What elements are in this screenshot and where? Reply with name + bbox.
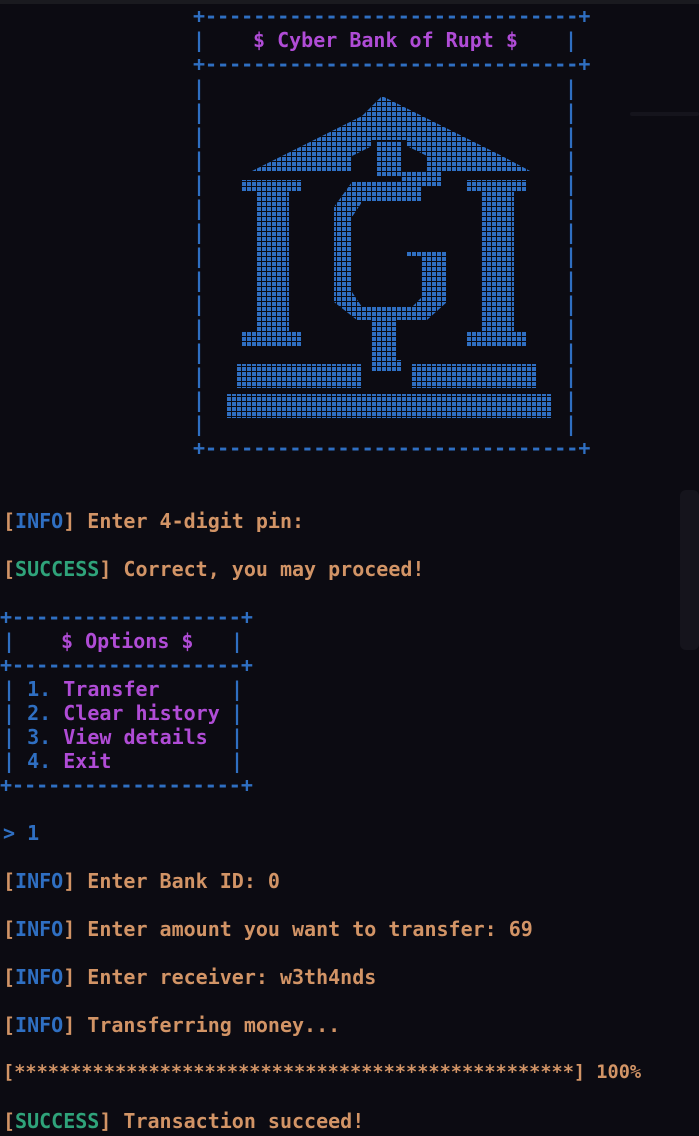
progress-percent: 100% (585, 1062, 642, 1083)
menu-side-right: | | | | (231, 677, 244, 773)
success-tag: SUCCESS (15, 1109, 100, 1133)
log-line-bank-id: [INFO] Enter Bank ID: 0 (3, 869, 280, 893)
menu-item-number: 1. (27, 677, 52, 701)
log-text: Enter receiver: w3th4nds (75, 965, 377, 989)
menu-item-number: 3. (27, 725, 52, 749)
progress-bar: [***************************************… (3, 1062, 586, 1083)
log-text: Enter 4-digit pin: (75, 509, 305, 533)
menu-item-number: 2. (27, 701, 52, 725)
command-prompt[interactable]: > 1 (3, 821, 39, 845)
menu-item-label: Transfer (63, 677, 160, 701)
bank-building-icon (222, 92, 552, 422)
menu-divider: +-------------------+ (0, 653, 253, 677)
banner-side-right: | | | | | | | | | | | | | | | (565, 76, 578, 436)
prompt-input[interactable]: 1 (27, 821, 39, 845)
log-text: Enter amount you want to transfer: 69 (75, 917, 533, 941)
menu-item-label: Clear history (63, 701, 220, 725)
banner-border-top: +-------------------------------+ (193, 4, 591, 28)
log-line-amount: [INFO] Enter amount you want to transfer… (3, 917, 533, 941)
prompt-symbol: > (3, 821, 16, 845)
progress-line: [***************************************… (3, 1061, 641, 1085)
background-reflection (680, 490, 699, 650)
log-line-receiver: [INFO] Enter receiver: w3th4nds (3, 965, 377, 989)
info-tag: INFO (15, 965, 64, 989)
log-text: Transferring money... (75, 1013, 341, 1037)
menu-item-number: 4. (27, 749, 52, 773)
log-text: Transaction succeed! (111, 1109, 365, 1133)
menu-item-label: Exit (63, 749, 112, 773)
menu-border-bottom: +-------------------+ (0, 773, 253, 797)
background-reflection-2 (630, 112, 699, 116)
menu-border: | (3, 701, 16, 725)
menu-border: | (3, 725, 16, 749)
log-line-pin: [INFO] Enter 4-digit pin: (3, 509, 305, 533)
success-tag: SUCCESS (15, 557, 100, 581)
info-tag: INFO (15, 869, 64, 893)
menu-item-view-details[interactable]: | 3. View details (3, 725, 208, 749)
menu-item-clear-history[interactable]: | 2. Clear history (3, 701, 220, 725)
log-text: Enter Bank ID: 0 (75, 869, 280, 893)
log-line-done: [SUCCESS] Transaction succeed! (3, 1109, 365, 1133)
menu-border: | (3, 677, 16, 701)
menu-border-top: +-------------------+ (0, 605, 253, 629)
menu-border: | (3, 749, 16, 773)
menu-item-label: View details (63, 725, 208, 749)
banner-side-left: | | | | | | | | | | | | | | | (193, 76, 206, 436)
banner-divider: +-------------------------------+ (193, 52, 591, 76)
menu-title: $ Options $ (61, 629, 194, 653)
banner-title: $ Cyber Bank of Rupt $ (253, 28, 518, 52)
info-tag: INFO (15, 1013, 64, 1037)
info-tag: INFO (15, 509, 64, 533)
banner-border-bottom: +-------------------------------+ (193, 436, 591, 460)
menu-item-transfer[interactable]: | 1. Transfer (3, 677, 160, 701)
menu-border-right-title: | (231, 629, 244, 653)
log-line-pin-ok: [SUCCESS] Correct, you may proceed! (3, 557, 425, 581)
banner-border-right: | (565, 28, 578, 52)
log-line-transferring: [INFO] Transferring money... (3, 1013, 341, 1037)
menu-item-exit[interactable]: | 4. Exit (3, 749, 111, 773)
menu-border-left-title: | (3, 629, 16, 653)
banner-border-left: | (193, 28, 206, 52)
log-text: Correct, you may proceed! (111, 557, 425, 581)
info-tag: INFO (15, 917, 64, 941)
